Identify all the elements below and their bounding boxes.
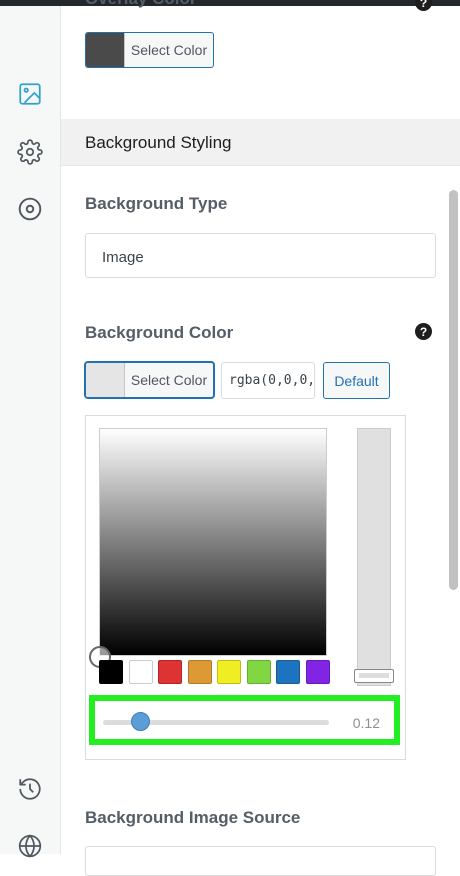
background-image-source-select[interactable] [85, 846, 436, 876]
overlay-color-label: Overlay Color [85, 0, 197, 9]
overlay-select-color-button[interactable]: Select Color [85, 32, 214, 68]
palette-swatch[interactable] [246, 660, 271, 684]
alpha-value: 0.12 [352, 715, 380, 731]
select-color-label: Select Color [130, 372, 208, 388]
color-value-text: rgba(0,0,0,0.12) [229, 373, 315, 388]
background-type-select[interactable]: Image [85, 233, 436, 278]
background-color-label: Background Color [85, 323, 234, 342]
palette-swatch[interactable] [99, 660, 123, 684]
hue-handle[interactable] [354, 669, 394, 683]
gear-icon[interactable] [16, 138, 44, 166]
color-swatch [86, 363, 125, 397]
palette-swatch[interactable] [217, 660, 241, 684]
saturation-field[interactable] [99, 428, 327, 656]
palette-swatch[interactable] [187, 660, 212, 684]
background-type-label: Background Type [85, 194, 228, 213]
section-title: Background Styling [85, 133, 232, 152]
history-icon[interactable] [16, 775, 44, 803]
select-color-label: Select Color [130, 42, 208, 58]
settings-panel: Overlay Color ? Select Color Background … [61, 0, 460, 876]
background-image-source-label: Background Image Source [85, 808, 301, 827]
color-swatch [86, 33, 125, 67]
help-icon[interactable]: ? [415, 0, 432, 11]
palette-swatch[interactable] [305, 660, 330, 684]
image-icon[interactable] [16, 80, 44, 108]
background-type-value: Image [102, 249, 144, 266]
section-header[interactable]: Background Styling [61, 119, 460, 166]
alpha-thumb[interactable] [130, 712, 150, 731]
color-value-input[interactable]: rgba(0,0,0,0.12) [221, 362, 315, 399]
target-icon[interactable] [16, 195, 44, 223]
background-select-color-button[interactable]: Select Color [85, 362, 214, 398]
palette-swatch[interactable] [158, 660, 182, 684]
help-icon[interactable]: ? [415, 323, 432, 340]
sidebar-rail [0, 6, 61, 858]
scrollbar[interactable] [449, 190, 458, 590]
color-picker: 0.12 [85, 415, 406, 760]
alpha-slider-highlight: 0.12 [89, 695, 400, 745]
default-button[interactable]: Default [323, 362, 390, 399]
palette-swatch[interactable] [276, 660, 300, 684]
hue-slider[interactable] [354, 428, 394, 686]
palette-swatch[interactable] [128, 660, 153, 684]
globe-icon[interactable] [16, 832, 44, 860]
